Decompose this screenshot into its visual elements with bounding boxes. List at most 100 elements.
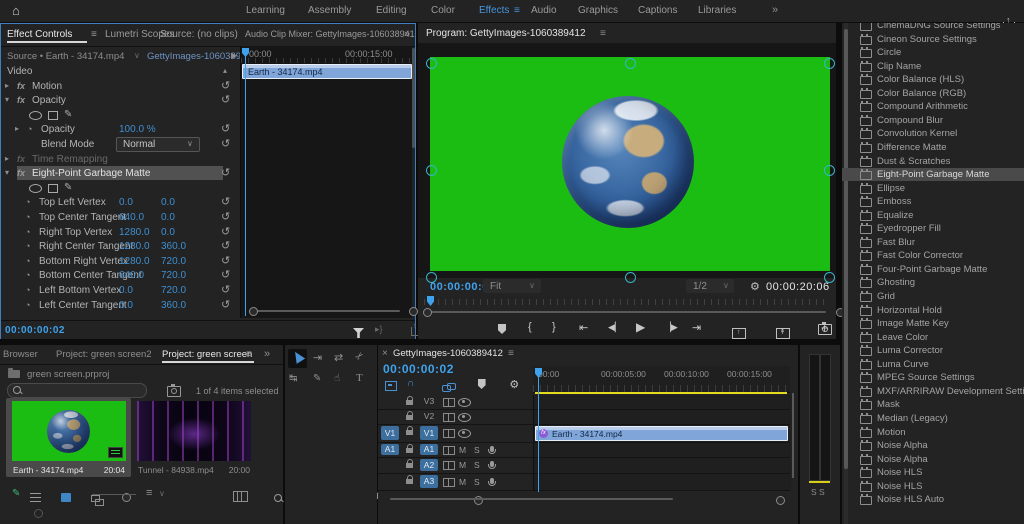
program-video-frame[interactable] (430, 57, 830, 271)
ec-scrollbar-knob-right[interactable] (409, 307, 418, 316)
track-name-v1[interactable]: V1 (420, 426, 438, 440)
program-tab-title[interactable]: Program: GettyImages-1060389412 (426, 28, 586, 39)
matte-handle-left-center[interactable] (426, 165, 437, 176)
ec-clip-bar[interactable]: Earth - 34174.mp4 (242, 64, 412, 79)
expand-icon[interactable]: ▾ (5, 168, 9, 177)
ec-show-timeline-icon[interactable]: ▶ (231, 51, 237, 60)
workspace-tab-graphics[interactable]: Graphics (578, 5, 618, 16)
search-input[interactable] (26, 384, 142, 397)
timeline-ruler[interactable]: 00:0000:00:05:0000:00:10:0000:00:15:00 (533, 366, 790, 393)
freeform-view-icon[interactable] (91, 495, 100, 502)
sync-lock-icon[interactable] (443, 446, 455, 455)
play-button-icon[interactable]: ▶ (636, 320, 645, 334)
workspace-tab-editing[interactable]: Editing (376, 5, 407, 16)
effect-item-noise-alpha[interactable]: Noise Alpha (842, 439, 1024, 452)
solo-button[interactable]: S (474, 445, 480, 455)
panel-overflow-icon[interactable]: » (264, 348, 270, 360)
mute-button[interactable]: M (459, 460, 466, 470)
point-x-value[interactable]: 0.0 (119, 300, 133, 311)
playback-resolution-select[interactable]: 1/2 ∨ (686, 279, 734, 293)
ec-row-shapes[interactable]: ✎ (1, 182, 239, 196)
stopwatch-icon[interactable]: ◔ (25, 256, 30, 266)
effect-item-color-balance-rgb-[interactable]: Color Balance (RGB) (842, 87, 1024, 100)
panel-menu-icon[interactable]: ≡ (508, 348, 514, 359)
reset-icon[interactable]: ↺ (221, 255, 230, 267)
find-icon[interactable] (274, 494, 282, 502)
ellipse-mask-icon[interactable] (29, 111, 42, 120)
ec-row-bottom-right-vertex[interactable]: ◔Bottom Right Vertex1280.0720.0↺ (1, 255, 239, 269)
sync-lock-icon[interactable] (443, 413, 455, 422)
matte-handle-right-center[interactable] (824, 165, 835, 176)
reset-icon[interactable]: ↺ (221, 80, 230, 92)
thumbnail-zoom-slider[interactable] (92, 494, 136, 495)
effect-item-dust-scratches[interactable]: Dust & Scratches (842, 155, 1024, 168)
selection-tool[interactable] (288, 349, 307, 368)
effect-name[interactable]: Opacity (32, 95, 66, 106)
ec-row-right-top-vertex[interactable]: ◔Right Top Vertex1280.00.0↺ (1, 226, 239, 240)
button-editor-icon[interactable]: + (821, 321, 828, 335)
lock-icon[interactable] (406, 479, 413, 484)
lock-icon[interactable] (406, 400, 413, 405)
slip-tool-icon[interactable]: ↹ (289, 373, 297, 384)
point-y-value[interactable]: 360.0 (161, 300, 186, 311)
timeline-timecode[interactable]: 00:00:00:02 (383, 362, 454, 376)
workspace-tab-learning[interactable]: Learning (246, 5, 285, 16)
point-y-value[interactable]: 720.0 (161, 285, 186, 296)
stopwatch-icon[interactable]: ◔ (25, 227, 30, 237)
ec-row-left-bottom-vertex[interactable]: ◔Left Bottom Vertex0.0720.0↺ (1, 284, 239, 298)
effect-item-fast-blur[interactable]: Fast Blur (842, 236, 1024, 249)
ec-row-blend-mode[interactable]: Blend ModeNormal∨↺ (1, 138, 239, 152)
play-in-out-icon[interactable]: ▸} (375, 324, 383, 335)
effect-item-compound-arithmetic[interactable]: Compound Arithmetic (842, 100, 1024, 113)
reset-icon[interactable]: ↺ (221, 94, 230, 106)
reset-icon[interactable]: ↺ (221, 196, 230, 208)
property-value[interactable]: 100.0 % (119, 124, 156, 135)
project-breadcrumb[interactable]: green screen.prproj (27, 369, 109, 380)
go-to-out-icon[interactable]: ⇥ (692, 321, 701, 334)
point-y-value[interactable]: 360.0 (161, 241, 186, 252)
expand-icon[interactable]: ▸ (5, 154, 9, 163)
point-x-value[interactable]: 640.0 (119, 212, 144, 223)
matte-handle-top-right[interactable] (824, 58, 835, 69)
toggle-track-output-icon[interactable] (458, 429, 471, 438)
tab-project-green-screen[interactable]: Project: green screen (162, 349, 252, 360)
reset-icon[interactable]: ↺ (221, 138, 230, 150)
source-patch-a1[interactable]: A1 (381, 444, 399, 455)
workspace-tab-assembly[interactable]: Assembly (308, 5, 351, 16)
effect-item-grid[interactable]: Grid (842, 290, 1024, 303)
project-writable-icon[interactable]: ✎ (12, 488, 20, 499)
voiceover-record-icon[interactable] (490, 461, 494, 467)
effect-item-ghosting[interactable]: Ghosting (842, 276, 1024, 289)
panel-overflow-icon[interactable]: » (404, 28, 410, 40)
mute-button[interactable]: M (459, 477, 466, 487)
effect-item-convolution-kernel[interactable]: Convolution Kernel (842, 127, 1024, 140)
workspace-menu-icon[interactable]: ≡ (514, 5, 520, 16)
workspace-tab-color[interactable]: Color (431, 5, 455, 16)
effect-item-eyedropper-fill[interactable]: Eyedropper Fill (842, 222, 1024, 235)
step-forward-icon[interactable]: ▕▶ (664, 322, 678, 333)
effect-item-compound-blur[interactable]: Compound Blur (842, 114, 1024, 127)
tab-project-green-screen2[interactable]: Project: green screen2 (56, 349, 152, 360)
sync-lock-icon[interactable] (443, 478, 455, 487)
ec-row-opacity[interactable]: ▾fxOpacity↺ (1, 94, 239, 108)
track-select-forward-tool-icon[interactable]: ⇥ (313, 351, 322, 364)
toggle-track-output-icon[interactable] (458, 413, 471, 422)
add-marker-icon[interactable] (498, 324, 506, 334)
lift-icon[interactable]: ↑ (732, 328, 746, 339)
point-x-value[interactable]: 640.0 (119, 270, 144, 281)
ec-v-scrollbar[interactable] (412, 48, 415, 148)
ec-row-top-center-tangent[interactable]: ◔Top Center Tangent640.00.0↺ (1, 211, 239, 225)
point-x-value[interactable]: 1280.0 (119, 256, 150, 267)
in-out-preview-icon[interactable] (167, 386, 181, 397)
extract-icon[interactable]: ↟ (776, 328, 790, 339)
reset-icon[interactable]: ↺ (221, 299, 230, 311)
effect-item-image-matte-key[interactable]: Image Matte Key (842, 317, 1024, 330)
step-back-icon[interactable]: ◀▏ (608, 322, 622, 333)
reset-icon[interactable]: ↺ (221, 167, 230, 179)
workspace-tab-audio[interactable]: Audio (531, 5, 557, 16)
workspace-tab-libraries[interactable]: Libraries (698, 5, 736, 16)
collapse-icon[interactable]: ▴ (223, 66, 227, 75)
workspace-tab-effects[interactable]: Effects (479, 5, 509, 16)
matte-handle-bottom-center[interactable] (625, 272, 636, 283)
mark-in-icon[interactable]: { (528, 321, 532, 333)
